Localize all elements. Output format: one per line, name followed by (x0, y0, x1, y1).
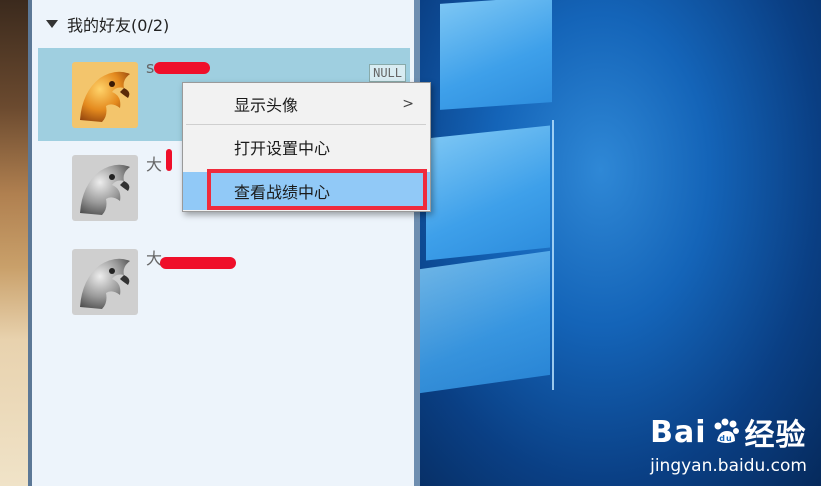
friend-name: 大 (146, 155, 163, 174)
highlight-callout-box (207, 169, 427, 210)
menu-item-label: 显示头像 (234, 96, 299, 115)
friend-list-panel: 我的好友(0/2) s NULL 大 大 (32, 0, 414, 486)
desktop-wallpaper: Bai du 经验 jingyan.baidu.com (420, 0, 821, 486)
redaction-mark (166, 149, 172, 171)
friend-group-header[interactable]: 我的好友(0/2) (46, 12, 169, 36)
friend-group-label: 我的好友(0/2) (67, 16, 170, 35)
window-pane (426, 125, 550, 261)
expand-triangle-icon[interactable] (46, 20, 58, 28)
friend-item-3[interactable]: 大 (38, 235, 410, 328)
avatar (72, 155, 138, 221)
baidu-watermark: Bai du 经验 jingyan.baidu.com (650, 410, 807, 477)
redaction-mark (160, 257, 236, 269)
svg-text:du: du (719, 434, 732, 443)
avatar (72, 62, 138, 128)
window-pane (420, 250, 550, 394)
background-strip (0, 0, 30, 486)
menu-item-show-avatar[interactable]: 显示头像 > (183, 85, 430, 123)
status-tag: NULL (369, 64, 406, 82)
paw-icon: du (714, 418, 739, 443)
watermark-url: jingyan.baidu.com (650, 456, 807, 476)
watermark-suffix: 经验 (744, 418, 807, 453)
light-beam (552, 120, 554, 390)
redaction-mark (154, 62, 210, 74)
watermark-logo-text: Bai (650, 414, 707, 450)
menu-separator (186, 124, 426, 125)
avatar (72, 249, 138, 315)
menu-item-label: 打开设置中心 (234, 139, 331, 158)
window-pane (440, 0, 552, 110)
menu-item-open-settings[interactable]: 打开设置中心 (183, 128, 430, 166)
submenu-arrow-icon: > (402, 96, 414, 112)
